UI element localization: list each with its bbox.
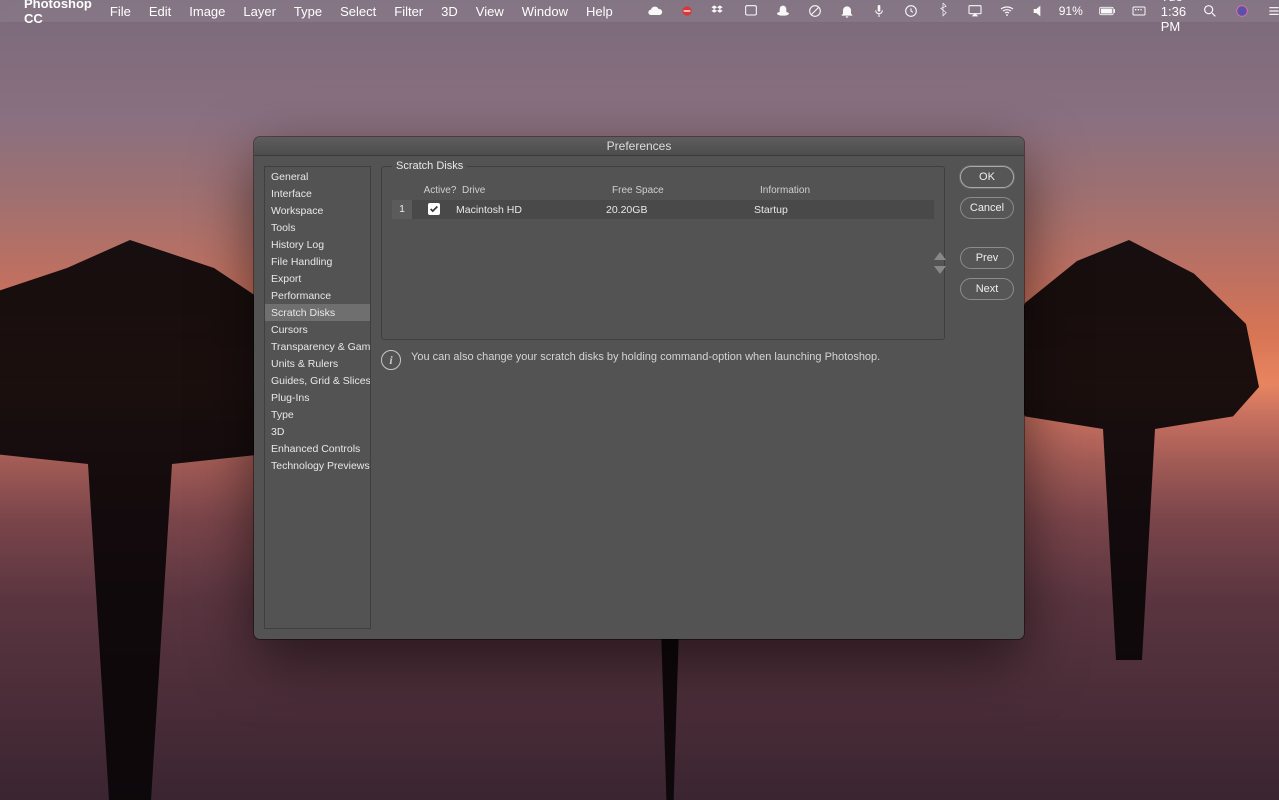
menu-help[interactable]: Help — [586, 4, 613, 19]
sidebar-item-technology-previews[interactable]: Technology Previews — [265, 457, 370, 474]
microphone-icon[interactable] — [871, 3, 887, 19]
hint-text: You can also change your scratch disks b… — [411, 350, 880, 365]
menu-filter[interactable]: Filter — [394, 4, 423, 19]
wifi-icon[interactable] — [999, 3, 1015, 19]
battery-icon[interactable] — [1099, 3, 1115, 19]
menubar-clock[interactable]: Tue 1:36 PM — [1161, 0, 1186, 34]
airplay-icon[interactable] — [967, 3, 983, 19]
status-icon[interactable] — [679, 3, 695, 19]
prev-button[interactable]: Prev — [960, 247, 1014, 269]
battery-percent[interactable]: 91% — [1059, 4, 1083, 18]
sidebar-item-interface[interactable]: Interface — [265, 185, 370, 202]
sidebar-item-guides-grid-slices[interactable]: Guides, Grid & Slices — [265, 372, 370, 389]
row-active[interactable] — [412, 203, 456, 217]
checkbox-icon[interactable] — [428, 203, 440, 215]
sidebar-item-plug-ins[interactable]: Plug-Ins — [265, 389, 370, 406]
menu-type[interactable]: Type — [294, 4, 322, 19]
sidebar-item-units-rulers[interactable]: Units & Rulers — [265, 355, 370, 372]
menu-edit[interactable]: Edit — [149, 4, 171, 19]
preferences-sidebar: GeneralInterfaceWorkspaceToolsHistory Lo… — [264, 166, 371, 629]
preferences-dialog: Preferences GeneralInterfaceWorkspaceToo… — [254, 137, 1024, 639]
menu-3d[interactable]: 3D — [441, 4, 458, 19]
spotlight-icon[interactable] — [1202, 3, 1218, 19]
table-header: Active? Drive Free Space Information — [392, 181, 934, 200]
move-down-button[interactable] — [934, 266, 946, 274]
menu-window[interactable]: Window — [522, 4, 568, 19]
menu-select[interactable]: Select — [340, 4, 376, 19]
sidebar-item-export[interactable]: Export — [265, 270, 370, 287]
hint-row: i You can also change your scratch disks… — [381, 350, 945, 370]
sidebar-item-transparency-gamut[interactable]: Transparency & Gamut — [265, 338, 370, 355]
sidebar-item-scratch-disks[interactable]: Scratch Disks — [265, 304, 370, 321]
col-drive: Drive — [462, 185, 612, 196]
sidebar-item-type[interactable]: Type — [265, 406, 370, 423]
preferences-panel: Scratch Disks Active? Drive Free Space I… — [371, 156, 1024, 639]
sidebar-item-general[interactable]: General — [265, 168, 370, 185]
keyboard-icon[interactable] — [1131, 3, 1147, 19]
info-icon: i — [381, 350, 401, 370]
row-info: Startup — [754, 204, 928, 216]
sidebar-item-file-handling[interactable]: File Handling — [265, 253, 370, 270]
sidebar-item-history-log[interactable]: History Log — [265, 236, 370, 253]
menu-layer[interactable]: Layer — [243, 4, 276, 19]
scratch-disk-table: Active? Drive Free Space Information 1 Ma… — [392, 181, 934, 329]
time-machine-icon[interactable] — [903, 3, 919, 19]
move-up-button[interactable] — [934, 252, 946, 260]
scratch-disks-group: Scratch Disks Active? Drive Free Space I… — [381, 166, 945, 340]
sidebar-item-workspace[interactable]: Workspace — [265, 202, 370, 219]
hat-icon[interactable] — [775, 3, 791, 19]
siri-icon[interactable] — [1234, 3, 1250, 19]
sidebar-item-performance[interactable]: Performance — [265, 287, 370, 304]
row-free: 20.20GB — [606, 204, 754, 216]
next-button[interactable]: Next — [960, 278, 1014, 300]
sidebar-item-3d[interactable]: 3D — [265, 423, 370, 440]
menu-image[interactable]: Image — [189, 4, 225, 19]
wallpaper-tree — [999, 240, 1259, 660]
reorder-arrows — [934, 252, 946, 274]
menu-file[interactable]: File — [110, 4, 131, 19]
notification-center-icon[interactable] — [1266, 3, 1279, 19]
dialog-buttons: OK Cancel Prev Next — [960, 166, 1014, 300]
cancel-button[interactable]: Cancel — [960, 197, 1014, 219]
col-active: Active? — [418, 185, 462, 196]
dialog-title: Preferences — [254, 137, 1024, 156]
macos-menubar: Photoshop CC FileEditImageLayerTypeSelec… — [0, 0, 1279, 22]
ok-button[interactable]: OK — [960, 166, 1014, 188]
col-info: Information — [760, 185, 928, 196]
volume-icon[interactable] — [1031, 3, 1047, 19]
row-drive: Macintosh HD — [456, 204, 606, 216]
sidebar-item-tools[interactable]: Tools — [265, 219, 370, 236]
sidebar-item-cursors[interactable]: Cursors — [265, 321, 370, 338]
notifications-icon[interactable] — [839, 3, 855, 19]
tablet-icon[interactable] — [743, 3, 759, 19]
menu-view[interactable]: View — [476, 4, 504, 19]
group-legend: Scratch Disks — [392, 160, 467, 172]
bluetooth-icon[interactable] — [935, 3, 951, 19]
col-free: Free Space — [612, 185, 760, 196]
dropbox-icon[interactable] — [711, 3, 727, 19]
sync-disabled-icon[interactable] — [807, 3, 823, 19]
cloud-sync-icon[interactable] — [647, 3, 663, 19]
app-name[interactable]: Photoshop CC — [24, 0, 92, 26]
table-row[interactable]: 1 Macintosh HD20.20GBStartup — [392, 200, 934, 219]
sidebar-item-enhanced-controls[interactable]: Enhanced Controls — [265, 440, 370, 457]
row-index: 1 — [392, 200, 412, 219]
